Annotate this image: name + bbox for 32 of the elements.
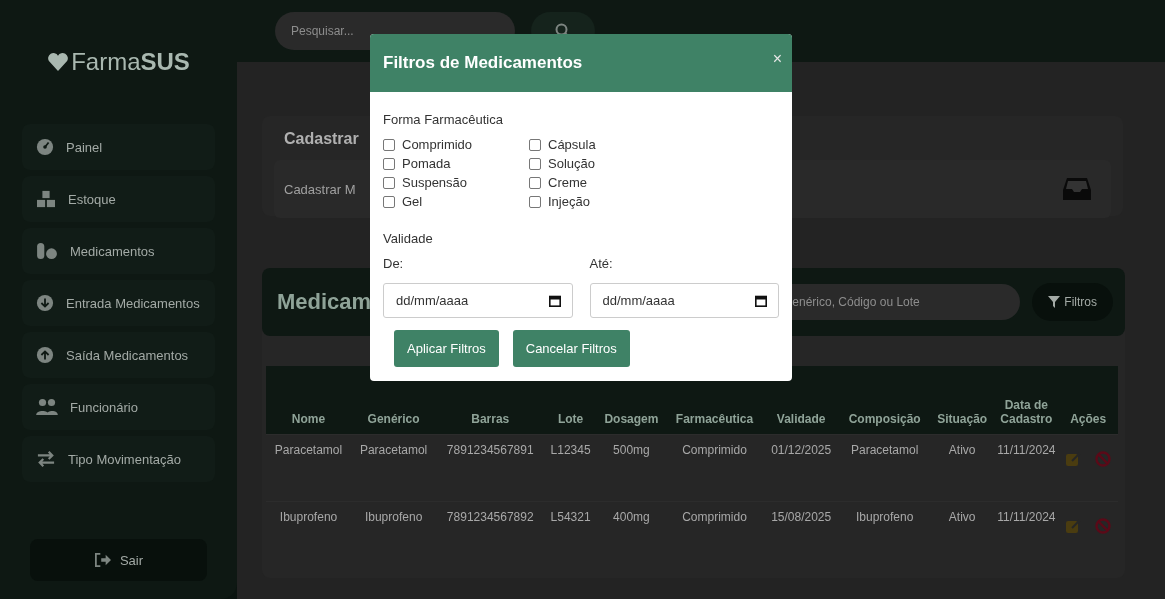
card-title: Cadastrar (284, 130, 359, 148)
table-cell: Paracetamol (266, 434, 352, 502)
column-header: Composição (839, 366, 930, 435)
checkbox-label: Gel (402, 194, 423, 209)
checkbox-label: Cápsula (548, 137, 596, 152)
section-label: Validade (383, 231, 433, 246)
column-header: Situação (930, 366, 995, 435)
table-cell: 11/11/2024 (994, 434, 1059, 502)
checkbox-label: Creme (548, 175, 587, 190)
column-header: Validade (763, 366, 840, 435)
panel-title: Medicam (277, 289, 372, 315)
checkbox-label: Injeção (548, 194, 590, 209)
checkbox-label: Suspensão (402, 175, 468, 190)
column-header: Data de Cadastro (994, 366, 1059, 435)
checkbox-label: Pomada (402, 156, 451, 171)
field-label: Até: (589, 256, 613, 271)
checkbox-label: Comprimido (402, 137, 473, 152)
table-cell: Comprimido (666, 434, 763, 502)
column-header: Nome (266, 366, 352, 435)
logo-text: FarmaSUS (71, 48, 190, 76)
modal-title: Filtros de Medicamentos (383, 53, 583, 73)
checkbox-label: Solução (548, 156, 595, 171)
table-cell: 500mg (596, 434, 666, 502)
table-cell: 01/12/2025 (763, 434, 840, 502)
column-header: Ações (1058, 366, 1118, 435)
field-label: De: (383, 256, 404, 271)
table-cell: 7891234567891 (436, 434, 545, 502)
section-label: Forma Farmacêutica (383, 112, 503, 127)
table-cell: Ativo (930, 434, 995, 502)
table-cell: L12345 (544, 434, 597, 502)
table-cell: Paracetamol (839, 434, 930, 502)
table-cell: Paracetamol (351, 434, 437, 502)
